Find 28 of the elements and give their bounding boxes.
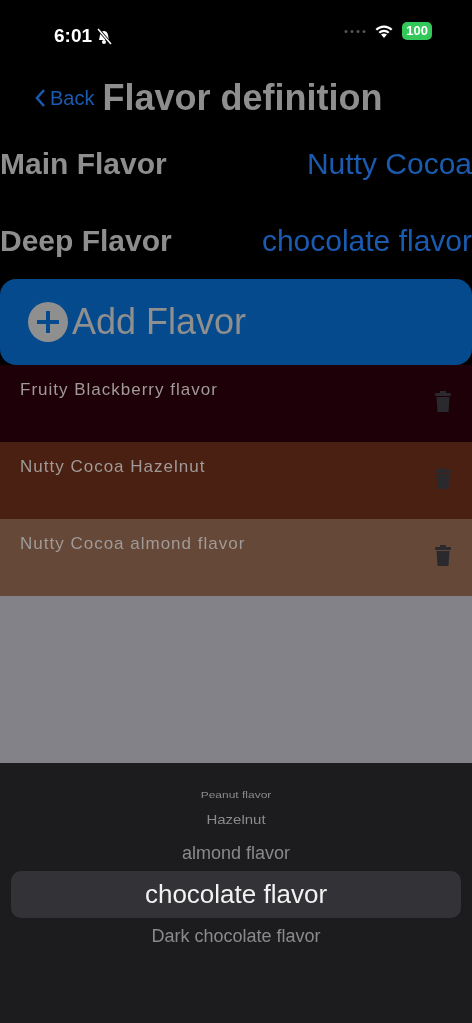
flavor-row[interactable]: Nutty Cocoa Hazelnut (0, 442, 472, 519)
bell-slash-icon (96, 27, 113, 45)
field-value[interactable]: chocolate flavor (261, 218, 472, 263)
flavor-name: Fruity Blackberry flavor (20, 379, 218, 401)
trash-icon[interactable] (434, 468, 452, 490)
add-flavor-button[interactable]: Add Flavor (0, 279, 472, 365)
picker-option[interactable]: Peanut flavor (11, 787, 461, 803)
flavor-row[interactable]: Fruity Blackberry flavor (0, 365, 472, 442)
trash-icon[interactable] (434, 545, 452, 567)
chevron-left-icon (34, 87, 46, 108)
signal-icon (344, 28, 367, 34)
flavor-name: Nutty Cocoa Hazelnut (20, 456, 206, 478)
page-title: Flavor definition (102, 75, 383, 120)
field-value[interactable]: Nutty Cocoa (306, 141, 472, 186)
trash-icon[interactable] (434, 391, 452, 413)
picker-option[interactable]: Hazelnut (11, 807, 461, 833)
flavor-name: Nutty Cocoa almond flavor (20, 533, 246, 555)
picker-option[interactable]: chocolate flavor (11, 871, 461, 918)
field-label: Deep Flavor (0, 223, 172, 259)
wifi-icon (374, 23, 395, 39)
picker-option[interactable]: almond flavor (11, 835, 461, 871)
battery-level: 100 (402, 22, 432, 40)
back-button[interactable]: Back (34, 82, 95, 113)
status-time: 6:01 (54, 24, 93, 48)
flavor-row[interactable]: Nutty Cocoa almond flavor (0, 519, 472, 596)
picker-option[interactable]: Dark chocolate flavor (11, 918, 461, 954)
field-label: Main Flavor (0, 146, 167, 182)
plus-circle-icon (28, 302, 68, 342)
